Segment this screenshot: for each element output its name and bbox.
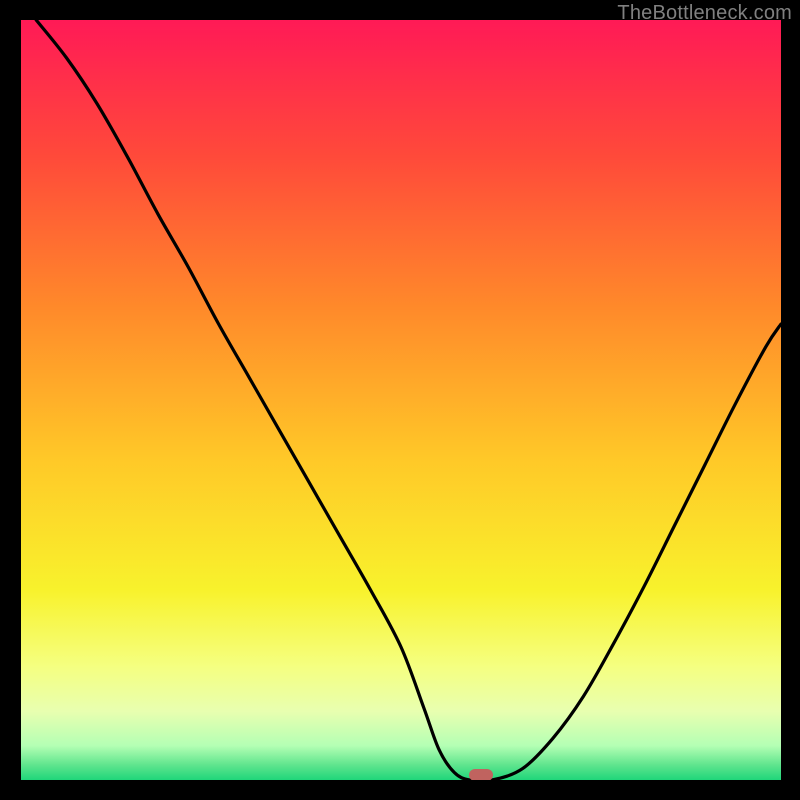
plot-area <box>21 20 781 780</box>
optimum-marker <box>469 769 493 780</box>
watermark-label: TheBottleneck.com <box>617 2 792 25</box>
chart-canvas: TheBottleneck.com <box>0 0 800 800</box>
bottleneck-curve <box>36 20 781 780</box>
curve-layer <box>21 20 781 780</box>
